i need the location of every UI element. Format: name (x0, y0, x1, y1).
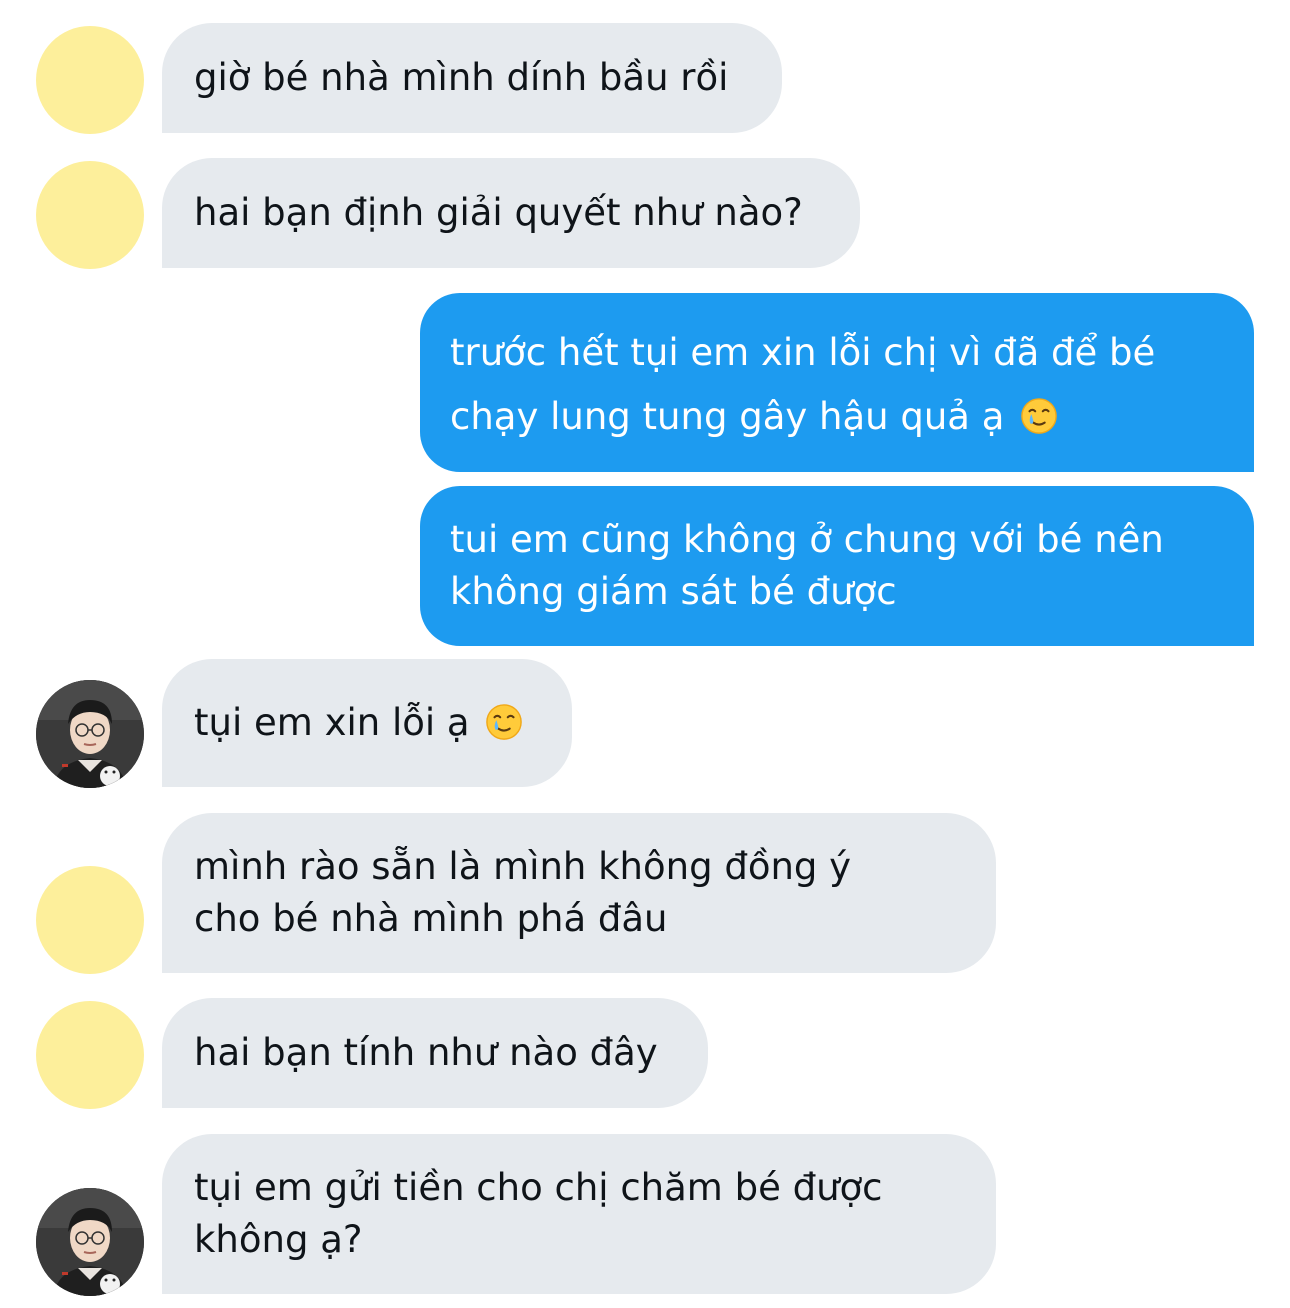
contact-avatar[interactable] (36, 866, 144, 974)
contact-avatar[interactable] (36, 26, 144, 134)
outgoing-message-bubble[interactable]: tui em cũng không ở chung với bé nên khô… (420, 486, 1254, 646)
message-text: giờ bé nhà mình dính bầu rồi (194, 56, 729, 99)
message-text: mình rào sẵn là mình không đồng ý (194, 845, 852, 888)
message-text: chạy lung tung gây hậu quả ạ (450, 395, 1005, 438)
user-photo-avatar[interactable] (36, 1188, 144, 1296)
incoming-message-bubble[interactable]: mình rào sẵn là mình không đồng ý cho bé… (162, 813, 996, 973)
outgoing-message-bubble[interactable]: trước hết tụi em xin lỗi chị vì đã để bé… (420, 293, 1254, 472)
incoming-message-bubble[interactable]: giờ bé nhà mình dính bầu rồi (162, 23, 782, 133)
conversation-thread: giờ bé nhà mình dính bầu rồi hai bạn địn… (0, 0, 1290, 1308)
message-text: tụi em xin lỗi ạ (194, 701, 470, 744)
user-photo-avatar[interactable] (36, 680, 144, 788)
contact-avatar[interactable] (36, 1001, 144, 1109)
message-text: không ạ? (194, 1218, 363, 1261)
incoming-message-bubble[interactable]: hai bạn tính như nào đây (162, 998, 708, 1108)
message-text: tụi em gửi tiền cho chị chăm bé được (194, 1166, 883, 1209)
contact-avatar[interactable] (36, 161, 144, 269)
message-text: không giám sát bé được (450, 570, 897, 613)
incoming-message-bubble[interactable]: hai bạn định giải quyết như nào? (162, 158, 860, 268)
incoming-message-bubble[interactable]: tụi em gửi tiền cho chị chăm bé được khô… (162, 1134, 996, 1294)
message-text: tui em cũng không ở chung với bé nên (450, 518, 1164, 561)
message-text: trước hết tụi em xin lỗi chị vì đã để bé (450, 331, 1156, 374)
message-text: hai bạn định giải quyết như nào? (194, 191, 803, 234)
incoming-message-bubble[interactable]: tụi em xin lỗi ạ (162, 659, 572, 787)
crying-smile-face-emoji (485, 703, 523, 741)
message-text: cho bé nhà mình phá đâu (194, 897, 668, 940)
message-text: hai bạn tính như nào đây (194, 1031, 658, 1074)
crying-smile-face-emoji (1020, 397, 1058, 435)
